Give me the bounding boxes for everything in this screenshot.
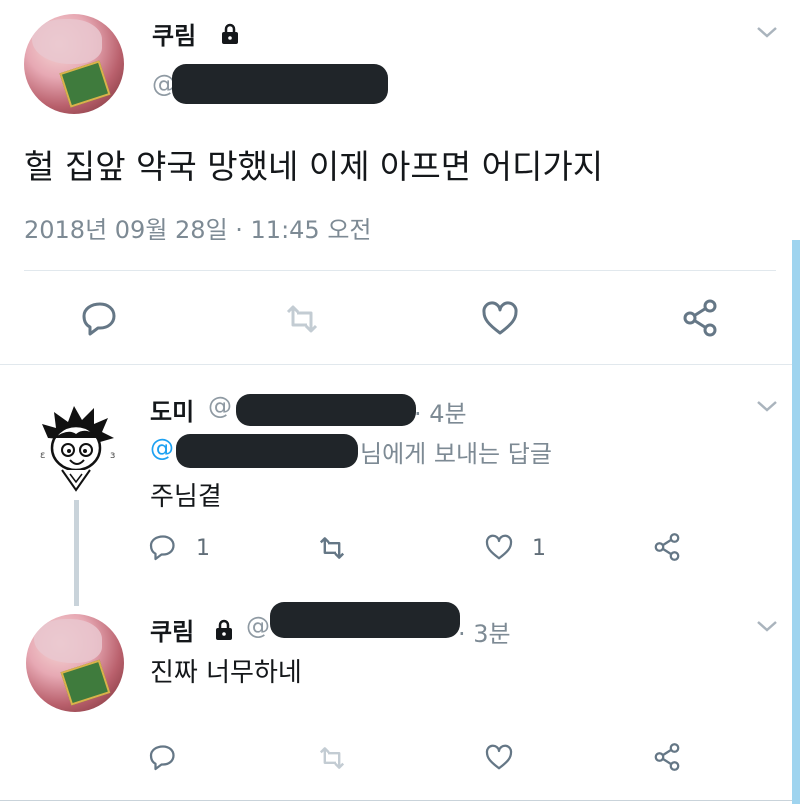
tweet-timestamp[interactable]: 2018년 09월 28일 · 11:45 오전 — [24, 210, 372, 245]
reply-icon[interactable] — [148, 532, 178, 562]
share-icon[interactable] — [652, 532, 682, 562]
handle-prefix: @ — [208, 392, 232, 420]
divider — [24, 270, 776, 271]
display-name[interactable]: 쿠림 — [152, 16, 196, 51]
reply-text: 주님곁 — [150, 482, 222, 512]
retweet-icon — [316, 534, 348, 562]
chevron-down-icon[interactable] — [754, 616, 780, 636]
reply-to-prefix[interactable]: @ — [150, 434, 174, 462]
divider — [0, 800, 792, 801]
reply-time[interactable]: · 3분 — [458, 614, 511, 649]
avatar[interactable]: ε з — [28, 398, 124, 494]
avatar[interactable] — [26, 614, 124, 712]
reply-to-label: 님에게 보내는 답글 — [360, 440, 552, 468]
reply-icon[interactable] — [148, 742, 178, 772]
svg-text:ε: ε — [40, 450, 45, 461]
share-icon[interactable] — [652, 742, 682, 772]
like-icon[interactable] — [480, 298, 520, 338]
chevron-down-icon[interactable] — [754, 396, 780, 416]
scroll-indicator[interactable] — [792, 240, 800, 804]
lock-icon — [212, 618, 236, 642]
display-name[interactable]: 쿠림 — [150, 612, 194, 647]
retweet-icon — [282, 302, 322, 336]
divider — [0, 364, 792, 365]
like-count: 1 — [532, 536, 546, 561]
reply-text: 진짜 너무하네 — [150, 658, 302, 688]
svg-text:з: з — [110, 450, 115, 461]
avatar[interactable] — [24, 14, 124, 114]
redacted-handle — [172, 64, 388, 104]
reply-time[interactable]: · 4분 — [414, 394, 467, 429]
redacted-handle — [236, 394, 416, 426]
lock-icon — [218, 22, 242, 46]
reply-icon[interactable] — [80, 298, 120, 338]
like-icon[interactable] — [484, 742, 514, 772]
display-name[interactable]: 도미 — [150, 392, 194, 427]
chevron-down-icon[interactable] — [754, 22, 780, 42]
share-icon[interactable] — [680, 298, 720, 338]
like-icon[interactable] — [484, 532, 514, 562]
redacted-handle — [176, 434, 358, 468]
redacted-handle — [270, 602, 460, 638]
handle-prefix: @ — [246, 612, 270, 640]
tweet-text: 헐 집앞 약국 망했네 이제 아프면 어디가지 — [24, 147, 604, 186]
reply-count: 1 — [196, 536, 210, 561]
thread-line — [74, 500, 79, 606]
retweet-icon — [316, 744, 348, 772]
